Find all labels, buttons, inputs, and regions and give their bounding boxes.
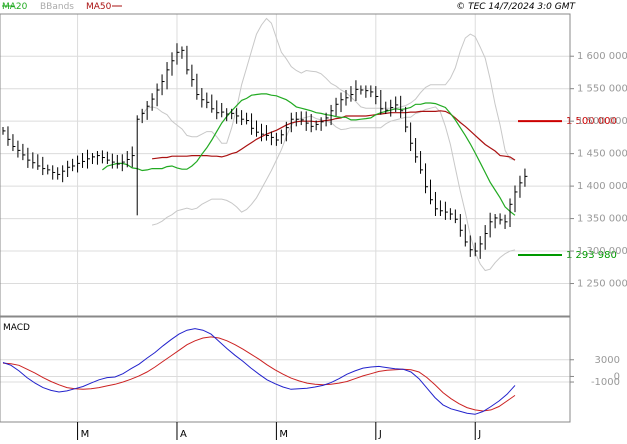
ma50-line (152, 110, 516, 161)
macd-grid (0, 318, 570, 421)
date-tick-label: M (81, 429, 90, 440)
legend-ma20: MA20 (2, 2, 28, 12)
stock-chart: MA20 BBands MA50 © TEC 14/7/2024 3:0 GMT… (0, 0, 627, 440)
date-tick-label: J (477, 429, 481, 440)
price-tick-label: 1 400 000 (577, 181, 627, 192)
main-grid (0, 14, 570, 316)
price-tick-label: 1 550 000 (577, 84, 627, 95)
price-axis: 1 250 000 1 300 000 1 350 000 1 400 000 1 45… (570, 51, 627, 290)
macd-axis: 30000-1000 (570, 355, 620, 388)
price-bars (2, 43, 528, 259)
source-label: © TEC 14/7/2024 3:0 GMT (456, 2, 576, 12)
macd-line (2, 328, 516, 415)
legend: MA20 BBands MA50 (2, 2, 122, 12)
ma20-line (102, 93, 516, 216)
macd-panel-frame (0, 316, 571, 423)
price-tick-label: 1 250 000 (577, 279, 627, 290)
date-tick-label: J (378, 429, 382, 440)
macd-tick-label: 3000 (595, 355, 620, 366)
macd-label: MACD (3, 323, 30, 333)
bollinger-upper-line (141, 17, 516, 161)
date-axis: MAMJJ (77, 422, 481, 440)
price-tick-label: 1 600 000 (577, 51, 627, 62)
price-tick-label: 1 450 000 (577, 149, 627, 160)
chart-canvas: MA20 BBands MA50 © TEC 14/7/2024 3:0 GMT… (0, 2, 627, 440)
date-tick-label: A (180, 429, 187, 440)
legend-bbands: BBands (40, 2, 74, 12)
price-tick-label: 1 500 000 (577, 116, 627, 127)
legend-ma50: MA50 (86, 2, 112, 12)
price-tick-label: 1 350 000 (577, 214, 627, 225)
macd-lines (2, 328, 516, 415)
date-tick-label: M (279, 429, 288, 440)
price-tick-label: 1 300 000 (577, 246, 627, 257)
main-panel-frame (0, 13, 571, 317)
macd-tick-label: -1000 (591, 377, 620, 388)
